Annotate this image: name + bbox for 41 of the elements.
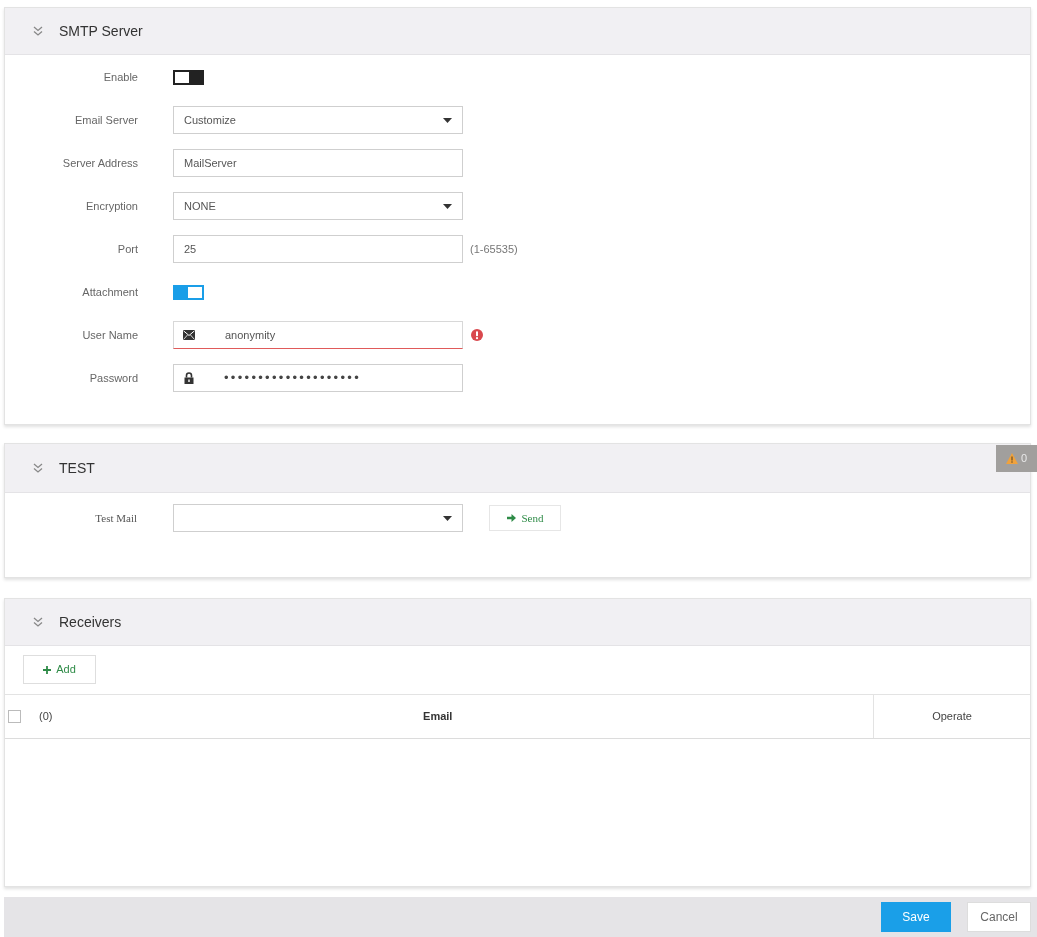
input-field[interactable]: 25 <box>173 235 463 263</box>
error-icon <box>471 329 483 341</box>
plus-icon <box>43 665 52 674</box>
field-label: Enable <box>102 69 138 85</box>
user-name-field[interactable]: anonymity <box>173 321 463 349</box>
field-label: User Name <box>81 327 138 343</box>
section-title: TEST <box>59 458 95 478</box>
double-chevron-icon <box>33 26 43 36</box>
caret-icon <box>443 117 452 123</box>
input-field[interactable]: MailServer <box>173 149 463 177</box>
double-chevron-icon <box>33 463 43 473</box>
toggle-switch[interactable] <box>173 284 204 300</box>
lock-icon <box>184 372 194 384</box>
field-label: Password <box>88 370 138 386</box>
warning-icon <box>1005 453 1018 464</box>
column-header: Email <box>422 709 454 725</box>
row-count: (0) <box>39 709 53 725</box>
dropdown[interactable]: Customize <box>173 106 463 134</box>
send-button[interactable]: Send <box>489 505 561 531</box>
add-button[interactable]: Add <box>23 655 96 684</box>
toggle-switch[interactable] <box>173 69 204 85</box>
caret-icon <box>443 203 452 209</box>
dropdown[interactable]: NONE <box>173 192 463 220</box>
section-title: SMTP Server <box>59 21 143 41</box>
field-label: Encryption <box>85 198 138 214</box>
field-label: Email Server <box>74 112 138 128</box>
dropdown[interactable] <box>173 504 463 532</box>
arrow-right-icon <box>506 514 516 522</box>
field-hint: (1-65535) <box>470 241 518 257</box>
field-label: Test Mail <box>94 510 137 526</box>
field-label: Server Address <box>61 155 138 171</box>
password-field[interactable]: •••••••••••••••••••• <box>173 364 463 392</box>
checkbox[interactable] <box>8 710 21 723</box>
cancel-button[interactable]: Cancel <box>967 902 1031 932</box>
caret-icon <box>443 515 452 521</box>
section-title: Receivers <box>59 612 122 632</box>
field-label: Attachment <box>81 284 138 300</box>
envelope-icon <box>183 330 195 340</box>
double-chevron-icon <box>33 617 43 627</box>
field-label: Port <box>116 241 138 257</box>
column-header: Operate <box>932 709 972 725</box>
